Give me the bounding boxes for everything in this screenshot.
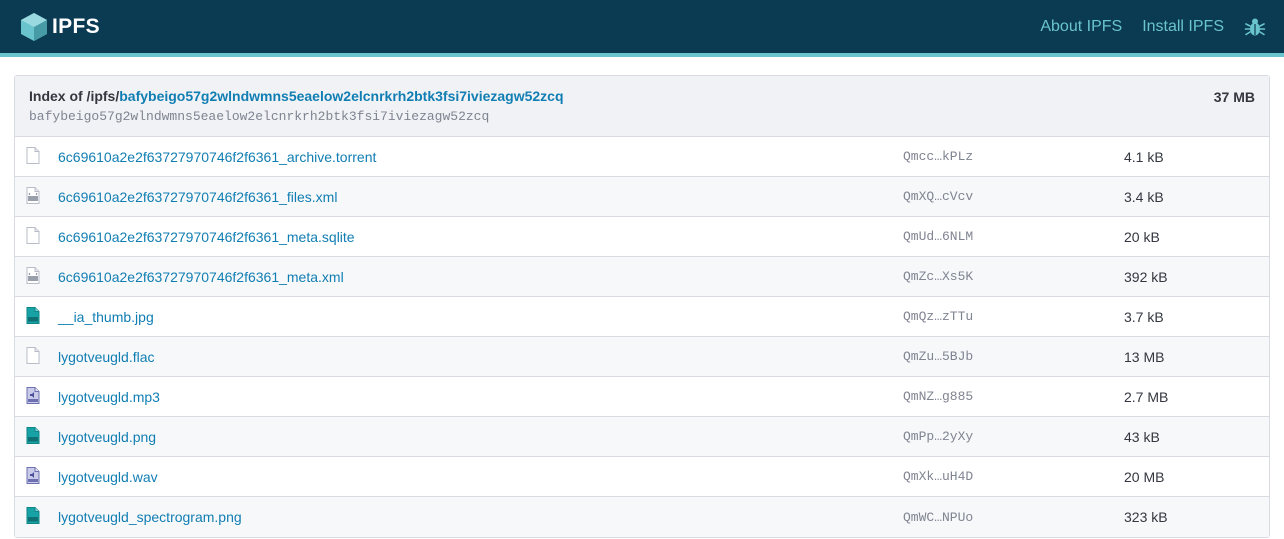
file-cid-link[interactable]: QmNZ…g885	[903, 389, 973, 404]
file-row: 6c69610a2e2f63727970746f2f6361_meta.sqli…	[15, 217, 1269, 257]
file-size: 323 kB	[1124, 509, 1168, 525]
audio-file-icon	[26, 467, 40, 484]
file-row: lygotveugld.flac QmZu…5BJb 13 MB	[15, 337, 1269, 377]
file-cid-link[interactable]: QmQz…zTTu	[903, 309, 973, 324]
total-size: 37 MB	[1213, 89, 1255, 105]
bug-icon[interactable]	[1244, 16, 1266, 38]
file-size: 13 MB	[1124, 348, 1165, 365]
top-navbar: IPFS About IPFS Install IPFS	[0, 0, 1284, 57]
blank-file-icon	[26, 227, 40, 244]
image-file-icon	[26, 427, 40, 444]
index-title: Index of /ipfs/bafybeigo57g2wlndwmns5eae…	[29, 88, 1255, 104]
file-size: 392 kB	[1124, 268, 1168, 285]
file-name-link[interactable]: lygotveugld_spectrogram.png	[58, 509, 242, 525]
file-size: 2.7 MB	[1124, 388, 1169, 405]
image-file-icon	[26, 507, 40, 524]
file-row: lygotveugld.wav QmXk…uH4D 20 MB	[15, 457, 1269, 497]
image-file-icon	[26, 307, 40, 324]
file-size: 3.4 kB	[1124, 188, 1164, 205]
xml-file-icon	[26, 267, 40, 284]
file-cid-link[interactable]: QmUd…6NLM	[903, 229, 973, 244]
ipfs-logo[interactable]: IPFS	[20, 12, 100, 42]
index-prefix: Index of /ipfs/	[29, 88, 120, 104]
file-cid-link[interactable]: QmPp…2yXy	[903, 429, 973, 444]
file-name-link[interactable]: __ia_thumb.jpg	[58, 309, 154, 325]
file-row: lygotveugld.png QmPp…2yXy 43 kB	[15, 417, 1269, 457]
audio-file-icon	[26, 387, 40, 404]
file-name-link[interactable]: 6c69610a2e2f63727970746f2f6361_meta.sqli…	[58, 229, 355, 245]
file-name-link[interactable]: 6c69610a2e2f63727970746f2f6361_meta.xml	[58, 269, 344, 285]
file-cid-link[interactable]: QmXk…uH4D	[903, 469, 973, 484]
file-list: 6c69610a2e2f63727970746f2f6361_archive.t…	[15, 137, 1269, 537]
file-size: 3.7 kB	[1124, 308, 1164, 325]
install-ipfs-link[interactable]: Install IPFS	[1142, 18, 1224, 36]
file-size: 20 MB	[1124, 468, 1165, 485]
file-cid-link[interactable]: Qmcc…kPLz	[903, 149, 973, 164]
file-row: 6c69610a2e2f63727970746f2f6361_meta.xml Q…	[15, 257, 1269, 297]
blank-file-icon	[26, 347, 40, 364]
file-name-link[interactable]: 6c69610a2e2f63727970746f2f6361_archive.t…	[58, 149, 376, 165]
cid-link[interactable]: bafybeigo57g2wlndwmns5eaelow2elcnrkrh2bt…	[119, 88, 563, 104]
xml-file-icon	[26, 187, 40, 204]
index-header: Index of /ipfs/bafybeigo57g2wlndwmns5eae…	[15, 76, 1269, 137]
about-ipfs-link[interactable]: About IPFS	[1040, 18, 1122, 36]
file-cid-link[interactable]: QmXQ…cVcv	[903, 189, 973, 204]
file-cid-link[interactable]: QmWC…NPUo	[903, 510, 973, 525]
file-row: lygotveugld.mp3 QmNZ…g885 2.7 MB	[15, 377, 1269, 417]
file-row: lygotveugld_spectrogram.png QmWC…NPUo 323 …	[15, 497, 1269, 537]
file-name-link[interactable]: lygotveugld.png	[58, 429, 156, 445]
file-name-link[interactable]: lygotveugld.mp3	[58, 389, 160, 405]
top-nav: About IPFS Install IPFS	[1040, 16, 1266, 38]
file-name-link[interactable]: lygotveugld.wav	[58, 469, 158, 485]
file-size: 20 kB	[1124, 228, 1160, 245]
file-row: 6c69610a2e2f63727970746f2f6361_files.xml…	[15, 177, 1269, 217]
ipfs-cube-icon	[21, 12, 47, 41]
file-row: __ia_thumb.jpg QmQz…zTTu 3.7 kB	[15, 297, 1269, 337]
file-name-link[interactable]: 6c69610a2e2f63727970746f2f6361_files.xml	[58, 189, 337, 205]
directory-listing: Index of /ipfs/bafybeigo57g2wlndwmns5eae…	[14, 75, 1270, 538]
file-name-link[interactable]: lygotveugld.flac	[58, 349, 155, 365]
cid-subtitle: bafybeigo57g2wlndwmns5eaelow2elcnrkrh2bt…	[29, 109, 490, 124]
file-size: 43 kB	[1124, 428, 1160, 445]
file-size: 4.1 kB	[1124, 148, 1164, 165]
file-cid-link[interactable]: QmZc…Xs5K	[903, 269, 973, 284]
logo-text: IPFS	[52, 14, 100, 38]
file-row: 6c69610a2e2f63727970746f2f6361_archive.t…	[15, 137, 1269, 177]
file-cid-link[interactable]: QmZu…5BJb	[903, 349, 973, 364]
blank-file-icon	[26, 147, 40, 164]
